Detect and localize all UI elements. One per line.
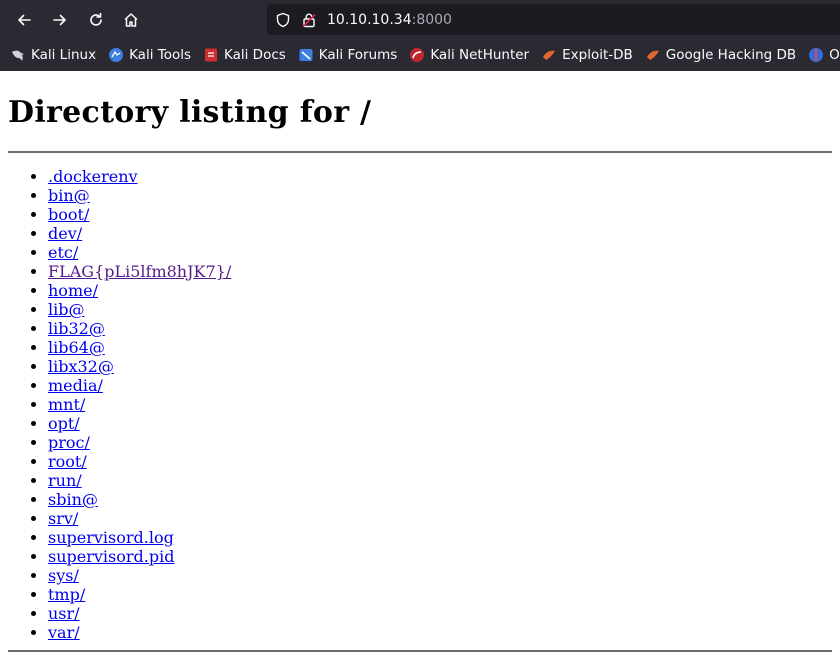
entry-link[interactable]: mnt/ (48, 395, 85, 414)
entry-link[interactable]: tmp/ (48, 585, 85, 604)
list-item: run/ (48, 471, 832, 490)
entry-link[interactable]: FLAG{pLi5lfm8hJK7}/ (48, 262, 231, 281)
home-button[interactable] (118, 7, 144, 33)
reload-icon (90, 12, 102, 26)
list-item: sys/ (48, 566, 832, 585)
browser-chrome: 10.10.10.34:8000 Kali Linux Kali Tools Kal… (0, 0, 840, 71)
bookmark-kali-forums[interactable]: Kali Forums (298, 47, 398, 63)
kali-forums-icon (298, 47, 314, 63)
url-bar[interactable]: 10.10.10.34:8000 (267, 4, 840, 35)
entry-link[interactable]: lib32@ (48, 319, 105, 338)
entry-link[interactable]: root/ (48, 452, 87, 471)
exploit-db-icon (541, 47, 557, 63)
entry-link[interactable]: run/ (48, 471, 82, 490)
ghdb-icon (645, 47, 661, 63)
list-item: lib@ (48, 300, 832, 319)
list-item: var/ (48, 623, 832, 642)
entry-link[interactable]: dev/ (48, 224, 82, 243)
reload-button[interactable] (83, 7, 109, 33)
list-item: sbin@ (48, 490, 832, 509)
page-title: Directory listing for / (8, 95, 372, 130)
list-item: usr/ (48, 604, 832, 623)
url-host: 10.10.10.34 (327, 11, 412, 28)
list-item: supervisord.pid (48, 547, 832, 566)
page-content: Directory listing for / .dockerenvbin@bo… (0, 95, 840, 652)
list-item: root/ (48, 452, 832, 471)
entry-link[interactable]: supervisord.log (48, 528, 174, 547)
bottom-divider (8, 650, 832, 652)
entry-link[interactable]: home/ (48, 281, 98, 300)
list-item: dev/ (48, 224, 832, 243)
entry-link[interactable]: opt/ (48, 414, 80, 433)
arrow-left-icon (18, 14, 31, 26)
list-item: bin@ (48, 186, 832, 205)
arrow-right-icon (53, 14, 66, 26)
bookmark-offs[interactable]: OffS (808, 47, 840, 63)
entry-link[interactable]: lib@ (48, 300, 84, 319)
entry-link[interactable]: media/ (48, 376, 103, 395)
entry-link[interactable]: .dockerenv (48, 167, 138, 186)
entry-link[interactable]: usr/ (48, 604, 80, 623)
list-item: opt/ (48, 414, 832, 433)
bookmark-kali-nethunter[interactable]: Kali NetHunter (409, 47, 529, 63)
entry-link[interactable]: supervisord.pid (48, 547, 174, 566)
entry-link[interactable]: etc/ (48, 243, 78, 262)
entry-link[interactable]: var/ (48, 623, 80, 642)
entry-link[interactable]: sys/ (48, 566, 79, 585)
list-item: boot/ (48, 205, 832, 224)
list-item: proc/ (48, 433, 832, 452)
list-item: lib32@ (48, 319, 832, 338)
top-divider (8, 151, 832, 153)
bookmark-label: Kali Linux (31, 47, 97, 63)
insecure-lock-icon[interactable] (301, 12, 317, 28)
bookmark-kali-linux[interactable]: Kali Linux (10, 47, 96, 63)
entry-link[interactable]: boot/ (48, 205, 89, 224)
entry-link[interactable]: proc/ (48, 433, 90, 452)
list-item: FLAG{pLi5lfm8hJK7}/ (48, 262, 832, 281)
bookmark-label: Kali Docs (224, 47, 286, 63)
bookmark-exploit-db[interactable]: Exploit-DB (541, 47, 633, 63)
home-icon (124, 13, 138, 27)
bookmarks-toolbar: Kali Linux Kali Tools Kali Docs Kali Forums… (0, 39, 840, 71)
list-item: home/ (48, 281, 832, 300)
entry-link[interactable]: srv/ (48, 509, 78, 528)
entry-link[interactable]: libx32@ (48, 357, 114, 376)
bookmark-label: Exploit-DB (562, 47, 633, 63)
forward-button[interactable] (47, 7, 73, 33)
back-button[interactable] (11, 7, 37, 33)
bookmark-kali-docs[interactable]: Kali Docs (203, 47, 286, 63)
list-item: .dockerenv (48, 167, 832, 186)
list-item: tmp/ (48, 585, 832, 604)
list-item: supervisord.log (48, 528, 832, 547)
entry-link[interactable]: bin@ (48, 186, 90, 205)
bookmark-label: Google Hacking DB (665, 47, 797, 63)
kali-docs-icon (203, 47, 219, 63)
tracking-shield-icon[interactable] (275, 12, 291, 28)
offsec-icon (808, 47, 824, 63)
list-item: libx32@ (48, 357, 832, 376)
kali-tools-icon (108, 47, 124, 63)
list-item: srv/ (48, 509, 832, 528)
bookmark-label: Kali Tools (129, 47, 191, 63)
bookmark-label: Kali NetHunter (430, 47, 530, 63)
bookmark-label: Kali Forums (318, 47, 398, 63)
kali-nethunter-icon (409, 47, 425, 63)
navigation-toolbar: 10.10.10.34:8000 (0, 0, 840, 39)
bookmark-google-hacking-db[interactable]: Google Hacking DB (645, 47, 796, 63)
list-item: media/ (48, 376, 832, 395)
entry-link[interactable]: lib64@ (48, 338, 105, 357)
kali-dragon-icon (10, 47, 26, 63)
entry-link[interactable]: sbin@ (48, 490, 98, 509)
bookmark-kali-tools[interactable]: Kali Tools (108, 47, 191, 63)
directory-listing: .dockerenvbin@boot/dev/etc/FLAG{pLi5lfm8… (8, 167, 832, 642)
list-item: mnt/ (48, 395, 832, 414)
bookmark-label: OffS (829, 47, 840, 63)
url-port: :8000 (411, 11, 452, 28)
list-item: etc/ (48, 243, 832, 262)
list-item: lib64@ (48, 338, 832, 357)
